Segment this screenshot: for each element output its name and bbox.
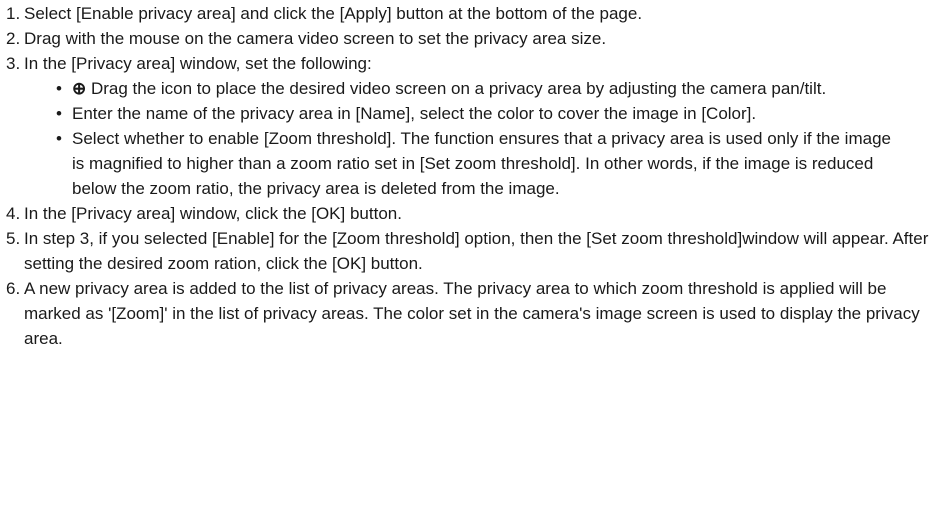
step-number: 1.: [6, 4, 21, 23]
step-text: Drag with the mouse on the camera video …: [24, 29, 607, 48]
step-number: 2.: [6, 29, 21, 48]
step-number: 4.: [6, 204, 21, 223]
step-text: Select [Enable privacy area] and click t…: [24, 4, 643, 23]
step-3-bullet-list: • ⊕ Drag the icon to place the desired v…: [24, 76, 932, 201]
step-item: 3. In the [Privacy area] window, set the…: [0, 51, 932, 201]
step-item: 1. Select [Enable privacy area] and clic…: [0, 1, 932, 26]
bullet-text: Select whether to enable [Zoom threshold…: [72, 129, 891, 198]
steps-list: 1. Select [Enable privacy area] and clic…: [0, 1, 932, 351]
step-item: 2. Drag with the mouse on the camera vid…: [0, 26, 932, 51]
bullet-text: Drag the icon to place the desired video…: [86, 79, 827, 98]
step-number: 5.: [6, 229, 21, 248]
step-text: In the [Privacy area] window, set the fo…: [24, 54, 372, 73]
step-item: 6. A new privacy area is added to the li…: [0, 276, 932, 351]
step-text: A new privacy area is added to the list …: [24, 279, 920, 348]
bullet-dot: •: [56, 79, 62, 98]
plus-circle-icon: ⊕: [72, 79, 87, 98]
bullet-dot: •: [56, 104, 62, 123]
bullet-item: • ⊕ Drag the icon to place the desired v…: [24, 76, 932, 101]
step-text: In the [Privacy area] window, click the …: [24, 204, 402, 223]
bullet-item: • Enter the name of the privacy area in …: [24, 101, 932, 126]
step-text: In step 3, if you selected [Enable] for …: [24, 229, 929, 273]
bullet-item: • Select whether to enable [Zoom thresho…: [24, 126, 932, 201]
step-item: 5. In step 3, if you selected [Enable] f…: [0, 226, 932, 276]
step-number: 6.: [6, 279, 21, 298]
instructions-document: 1. Select [Enable privacy area] and clic…: [0, 0, 932, 351]
step-number: 3.: [6, 54, 21, 73]
bullet-dot: •: [56, 129, 62, 148]
step-item: 4. In the [Privacy area] window, click t…: [0, 201, 932, 226]
bullet-text: Enter the name of the privacy area in [N…: [72, 104, 757, 123]
